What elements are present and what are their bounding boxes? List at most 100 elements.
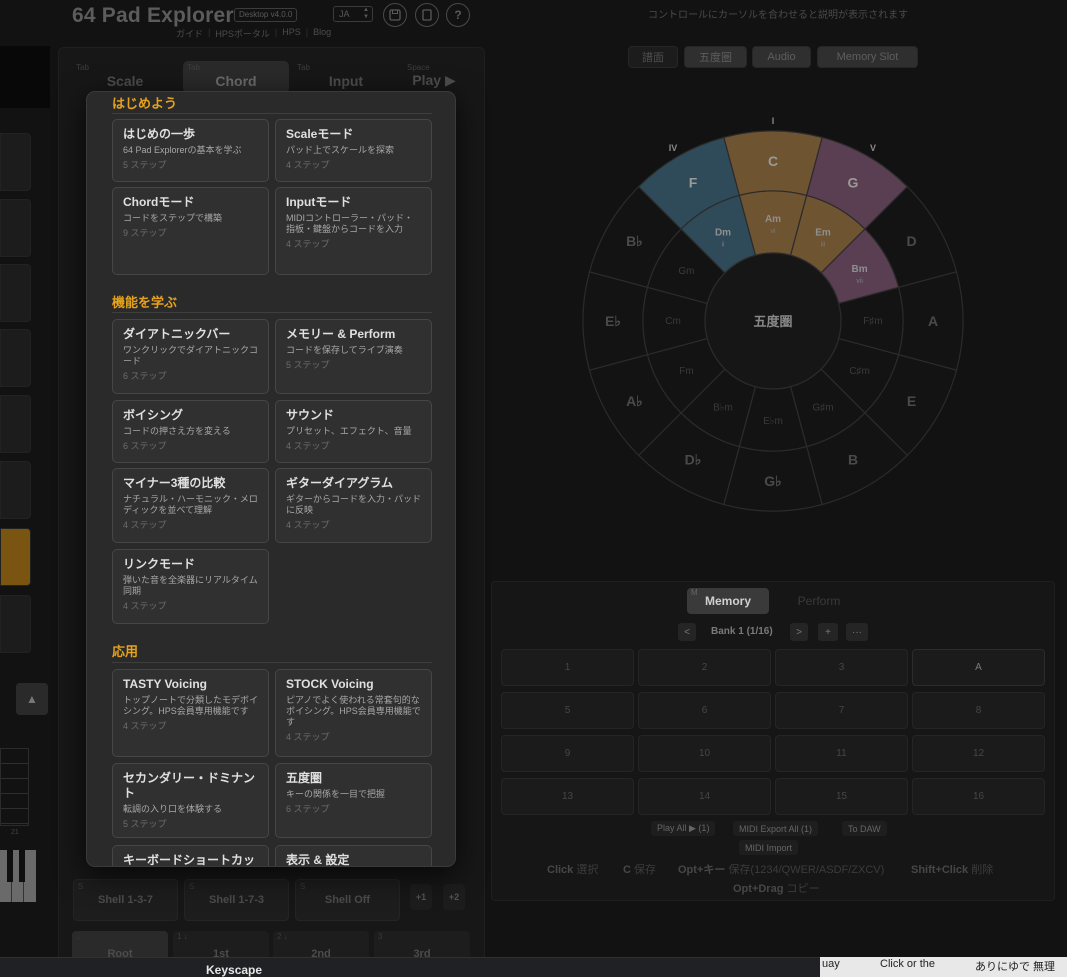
side-pad[interactable] — [0, 595, 31, 653]
tutorial-card[interactable]: はじめの一歩 64 Pad Explorerの基本を学ぶ 5 ステップ — [112, 119, 269, 182]
tablet-icon[interactable] — [415, 3, 439, 27]
section-heading-getting-started: はじめよう — [112, 96, 178, 111]
tutorial-card[interactable]: STOCK Voicing ピアノでよく使われる常套句的なボイシング。HPS会員… — [275, 669, 432, 757]
memory-slot[interactable]: 8 — [912, 692, 1045, 729]
roman-numeral-label: V — [870, 143, 876, 153]
tab-memory[interactable]: M Memory — [687, 588, 769, 614]
shortcut-shift-click-delete: Shift+Click 削除 — [911, 861, 993, 877]
bank-add-button[interactable]: + — [818, 623, 838, 641]
language-select[interactable]: JA ▲ ▼ — [333, 6, 373, 22]
to-daw-button[interactable]: To DAW — [842, 821, 887, 836]
card-steps: 4 ステップ — [286, 441, 330, 451]
tab-label: Perform — [797, 594, 841, 608]
bank-prev-button[interactable]: < — [678, 623, 696, 641]
memory-slot[interactable]: 12 — [912, 735, 1045, 772]
nav-link-guide[interactable]: ガイド — [176, 27, 203, 40]
tab-play[interactable]: Space Play ▶ — [403, 61, 465, 93]
card-desc: ピアノでよく使われる常套句的なボイシング。HPS会員専用機能です — [286, 695, 421, 727]
memory-slot[interactable]: 3 — [775, 649, 908, 686]
card-steps: 4 ステップ — [286, 732, 330, 742]
side-pad-active[interactable] — [0, 528, 31, 586]
shell-173-button[interactable]: S Shell 1-7-3 — [184, 879, 289, 921]
left-preview-area — [0, 46, 50, 108]
button-label: Shell 1-3-7 — [97, 894, 154, 906]
card-title: リンクモード — [123, 557, 196, 571]
tutorial-card[interactable]: 表示 & 設定 — [275, 845, 432, 866]
midi-export-all-button[interactable]: MIDI Export All (1) — [733, 821, 819, 836]
memory-slot[interactable]: 7 — [775, 692, 908, 729]
memory-slot[interactable]: 15 — [775, 778, 908, 815]
memory-slot[interactable]: 14 — [638, 778, 771, 815]
tab-audio[interactable]: Audio — [752, 46, 811, 68]
tutorial-card[interactable]: ダイアトニックバー ワンクリックでダイアトニックコード 6 ステップ — [112, 319, 269, 394]
roman-degree-label: ii — [721, 241, 725, 248]
tab-label: Input — [328, 73, 364, 89]
fretboard[interactable] — [0, 748, 29, 826]
memory-slot[interactable]: 13 — [501, 778, 634, 815]
memory-slot[interactable]: 9 — [501, 735, 634, 772]
tutorial-card[interactable]: 五度圏 キーの関係を一目で把握 6 ステップ — [275, 763, 432, 838]
side-pad[interactable] — [0, 461, 31, 519]
nav-link-hps-portal[interactable]: HPSポータル — [215, 27, 270, 40]
tab-input[interactable]: Tab Input — [293, 61, 399, 93]
shortcut-click-select: Click 選択 — [547, 861, 598, 877]
card-desc: コードの押さえ方を変える — [123, 426, 231, 436]
save-icon[interactable] — [383, 3, 407, 27]
tutorial-card[interactable]: サウンド プリセット、エフェクト、音量 4 ステップ — [275, 400, 432, 463]
memory-slot[interactable]: A — [912, 649, 1045, 686]
tutorial-card[interactable]: ボイシング コードの押さえ方を変える 6 ステップ — [112, 400, 269, 463]
tab-memory-slot[interactable]: Memory Slot — [817, 46, 918, 68]
plus-one-button[interactable]: +1 — [410, 884, 432, 910]
tab-score[interactable]: 譜面 — [628, 46, 678, 68]
side-pad[interactable] — [0, 395, 31, 453]
background-text: uay — [822, 958, 840, 970]
side-pad[interactable] — [0, 329, 31, 387]
tab-chord[interactable]: Tab Chord — [183, 61, 289, 93]
memory-slot[interactable]: 5 — [501, 692, 634, 729]
tutorial-card[interactable]: マイナー3種の比較 ナチュラル・ハーモニック・メロディックを並べて理解 4 ステ… — [112, 468, 269, 543]
memory-slot[interactable]: 11 — [775, 735, 908, 772]
tutorial-card[interactable]: TASTY Voicing トップノートで分類したモデボイシング。HPS会員専用… — [112, 669, 269, 757]
bank-next-button[interactable]: > — [790, 623, 808, 641]
inner-key-label: C♯m — [849, 366, 870, 377]
section-heading-advanced: 応用 — [112, 644, 139, 659]
nav-link-blog[interactable]: Blog — [313, 27, 331, 40]
tutorial-card[interactable]: セカンダリー・ドミナント 転調の入り口を体験する 5 ステップ — [112, 763, 269, 838]
plus-two-button[interactable]: +2 — [443, 884, 465, 910]
tutorial-card[interactable]: Scaleモード パッド上でスケールを探索 4 ステップ — [275, 119, 432, 182]
card-steps: 4 ステップ — [286, 520, 330, 530]
midi-import-button[interactable]: MIDI Import — [739, 840, 799, 855]
tab-scale[interactable]: Tab Scale — [72, 61, 178, 93]
tutorial-card[interactable]: Chordモード コードをステップで構築 9 ステップ — [112, 187, 269, 275]
inner-key-label: Dm — [715, 227, 731, 238]
tab-circle-of-fifths[interactable]: 五度圏 — [684, 46, 747, 68]
help-icon[interactable]: ? — [446, 3, 470, 27]
bank-more-button[interactable]: ··· — [846, 623, 868, 641]
tutorial-card[interactable]: Inputモード MIDIコントローラー・パッド・指板・鍵盤からコードを入力 4… — [275, 187, 432, 275]
side-pad[interactable] — [0, 133, 31, 191]
memory-slot[interactable]: 6 — [638, 692, 771, 729]
circle-of-fifths[interactable]: C Am vi G Em iii D Bm vii A F♯m E C♯m B G♯m G♭ E♭m D♭ B♭m A… — [580, 116, 965, 526]
language-value: JA — [339, 9, 350, 19]
memory-slot[interactable]: 16 — [912, 778, 1045, 815]
taskbar-window-title[interactable]: Keyscape — [206, 963, 262, 977]
play-all-button[interactable]: Play All ▶ (1) — [651, 821, 716, 836]
shell-off-button[interactable]: S Shell Off — [295, 879, 400, 921]
tutorial-card[interactable]: キーボードショートカッ — [112, 845, 269, 866]
memory-slot[interactable]: 1 — [501, 649, 634, 686]
tutorial-card[interactable]: リンクモード 弾いた音を全楽器にリアルタイム同期 4 ステップ — [112, 549, 269, 624]
memory-slot[interactable]: 2 — [638, 649, 771, 686]
scroll-up-button[interactable]: ▲ — [16, 683, 48, 715]
piano-keyboard[interactable] — [0, 850, 36, 902]
nav-link-hps[interactable]: HPS — [282, 27, 301, 40]
tutorial-card[interactable]: メモリー & Perform コードを保存してライブ演奏 5 ステップ — [275, 319, 432, 394]
shell-137-button[interactable]: S Shell 1-3-7 — [73, 879, 178, 921]
tutorial-card[interactable]: ギターダイアグラム ギターからコードを入力・パッドに反映 4 ステップ — [275, 468, 432, 543]
tab-perform[interactable]: Perform — [778, 588, 860, 614]
card-title: ギターダイアグラム — [286, 476, 394, 490]
key-hint: S — [78, 882, 84, 891]
memory-slot[interactable]: 10 — [638, 735, 771, 772]
side-pad[interactable] — [0, 264, 31, 322]
card-desc: コードをステップで構築 — [123, 213, 223, 223]
side-pad[interactable] — [0, 199, 31, 257]
